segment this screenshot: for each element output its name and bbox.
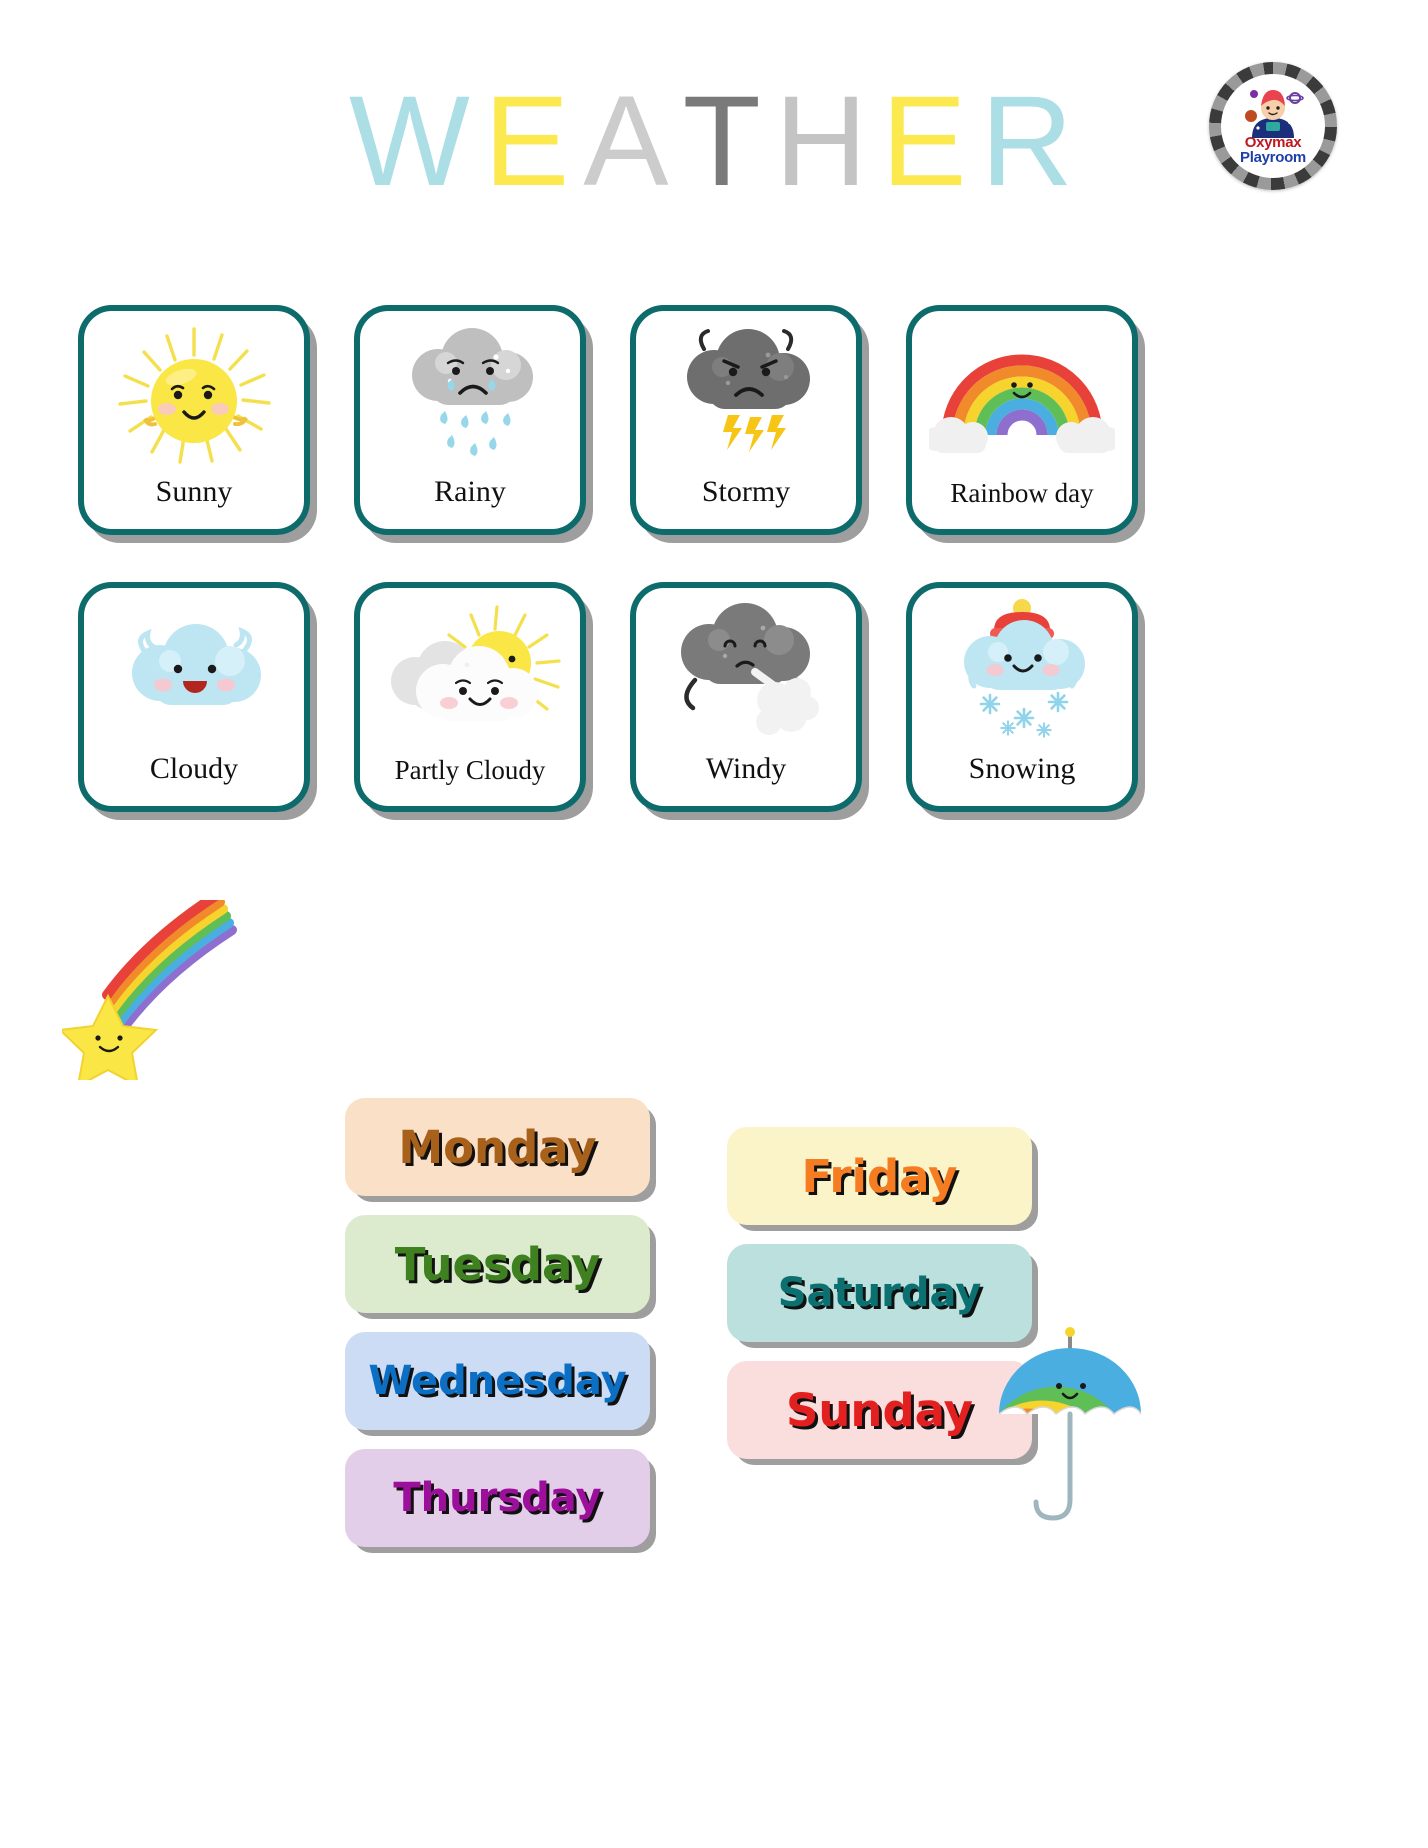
wind-cloud-icon xyxy=(681,603,819,735)
weekday-column-left: Monday Tuesday Wednesday Thursday xyxy=(345,1098,650,1566)
sun-behind-cloud-icon xyxy=(391,604,561,721)
logo-line-2: Playroom xyxy=(1240,149,1306,167)
rainbow-umbrella-decoration xyxy=(985,1320,1155,1545)
oxymax-playroom-logo: Oxymax Playroom xyxy=(1209,62,1337,190)
weekday-label: Monday xyxy=(398,1120,597,1174)
weather-card-label: Partly Cloudy xyxy=(394,755,546,785)
card-art xyxy=(912,311,1132,480)
title-letter-5: E xyxy=(881,70,973,213)
storm-cloud-icon xyxy=(687,329,810,452)
weekday-label: Wednesday xyxy=(368,1358,627,1404)
weather-card-row-2: Cloudy Partly Cloudy Windy Snowing xyxy=(78,582,1148,812)
weather-card-label: Rainy xyxy=(434,475,506,508)
weather-card-partly-cloudy[interactable]: Partly Cloudy xyxy=(354,582,586,812)
weather-card-label: Windy xyxy=(705,752,787,785)
weather-card-stormy[interactable]: Stormy xyxy=(630,305,862,535)
weekday-label: Friday xyxy=(801,1149,958,1203)
weather-card-row-1: Sunny Rainy Stormy Rainbow day xyxy=(78,305,1148,535)
shooting-star-rainbow-decoration xyxy=(57,890,282,1088)
weather-card-rainbow-day[interactable]: Rainbow day xyxy=(906,305,1138,535)
weather-card-label: Cloudy xyxy=(149,752,239,785)
weekday-button-monday[interactable]: Monday xyxy=(345,1098,650,1196)
weekday-label: Saturday xyxy=(777,1270,982,1316)
weather-card-windy[interactable]: Windy xyxy=(630,582,862,812)
weekday-button-friday[interactable]: Friday xyxy=(727,1127,1032,1225)
title-letter-1: E xyxy=(483,70,576,213)
card-art xyxy=(360,311,580,477)
rain-cloud-icon xyxy=(412,328,533,456)
weather-card-label: Snowing xyxy=(968,752,1076,785)
weekday-label: Tuesday xyxy=(394,1237,601,1291)
snow-cloud-icon xyxy=(964,599,1085,738)
title-letter-3: T xyxy=(682,70,767,213)
weather-card-label: Stormy xyxy=(701,475,791,508)
card-art xyxy=(636,311,856,477)
card-art xyxy=(84,311,304,477)
weather-chart-page: WEATHER Oxymax Playroom Sunny Rainy Stor… xyxy=(0,0,1428,1848)
card-art xyxy=(84,588,304,754)
card-art xyxy=(360,588,580,757)
weather-card-label: Sunny xyxy=(155,475,233,508)
title-letter-4: H xyxy=(774,70,874,213)
weekday-label: Thursday xyxy=(393,1475,602,1521)
weather-card-grid: Sunny Rainy Stormy Rainbow day Cloudy Pa… xyxy=(78,305,1148,812)
weekday-button-tuesday[interactable]: Tuesday xyxy=(345,1215,650,1313)
logo-inner: Oxymax Playroom xyxy=(1221,74,1325,178)
rainbow-icon xyxy=(929,354,1115,453)
cloud-icon xyxy=(132,624,261,705)
weather-card-sunny[interactable]: Sunny xyxy=(78,305,310,535)
sun-icon xyxy=(118,327,271,464)
weekday-button-wednesday[interactable]: Wednesday xyxy=(345,1332,650,1430)
title-letter-0: W xyxy=(349,70,476,213)
weather-card-rainy[interactable]: Rainy xyxy=(354,305,586,535)
shooting-star-icon xyxy=(57,890,237,1088)
weekday-button-thursday[interactable]: Thursday xyxy=(345,1449,650,1547)
title-letter-6: R xyxy=(980,70,1079,213)
card-art xyxy=(912,588,1132,754)
umbrella-icon xyxy=(998,1327,1142,1521)
kid-character-icon xyxy=(1245,90,1304,138)
weather-card-cloudy[interactable]: Cloudy xyxy=(78,582,310,812)
card-art xyxy=(636,588,856,754)
weather-card-snowing[interactable]: Snowing xyxy=(906,582,1138,812)
weekday-label: Sunday xyxy=(785,1383,973,1437)
title-letter-2: A xyxy=(583,70,675,213)
weather-card-label: Rainbow day xyxy=(950,478,1094,508)
